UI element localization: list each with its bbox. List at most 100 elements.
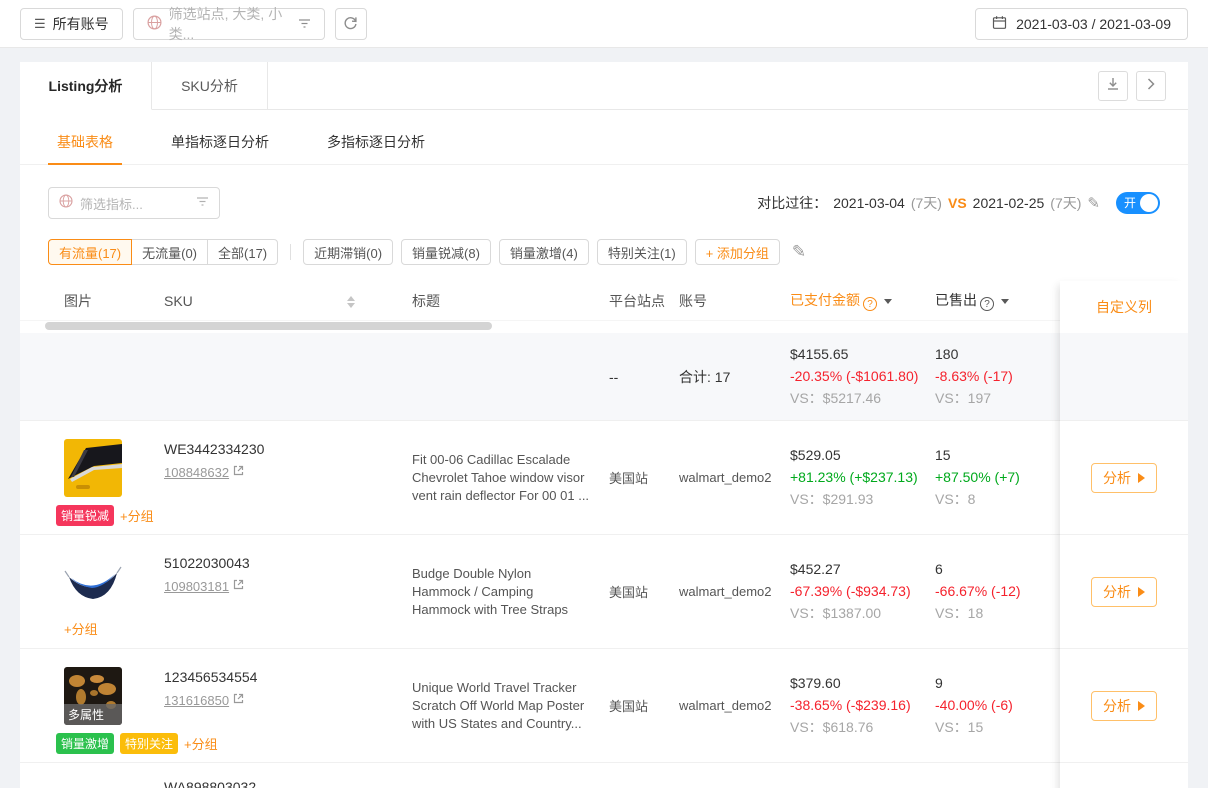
sort-icon[interactable]	[347, 296, 355, 308]
chip-has-traffic[interactable]: 有流量(17)	[48, 239, 132, 265]
scrollbar-thumb[interactable]	[45, 322, 492, 330]
account-cell: walmart_demo2	[663, 421, 774, 534]
site-filter-input[interactable]: 筛选站点, 大类, 小类...	[133, 8, 325, 40]
tab-sku-analysis[interactable]: SKU分析	[152, 62, 268, 110]
summary-total: 合计: 17	[663, 333, 774, 420]
tab-strip: Listing分析 SKU分析	[20, 62, 1188, 110]
edit-compare-icon[interactable]: ✎	[1087, 194, 1100, 212]
action-cell: 分析	[1060, 649, 1188, 763]
header-custom-columns[interactable]: 自定义列	[1060, 281, 1188, 333]
main-card: Listing分析 SKU分析 基础表格 单指标逐日分析	[20, 62, 1188, 788]
sku-cell: 123456534554 131616850	[148, 649, 396, 762]
title-cell: Budge Double Nylon Hammock / Camping Ham…	[396, 535, 593, 648]
site-filter-placeholder: 筛选站点, 大类, 小类...	[169, 4, 291, 44]
all-accounts-label: 所有账号	[53, 14, 109, 34]
play-icon	[1138, 587, 1145, 597]
tab-listing-analysis[interactable]: Listing分析	[20, 62, 152, 110]
table-main: 图片 SKU 标题 平台站点 账号 已支付金额? 已售出?	[20, 281, 1060, 788]
metric-filter-placeholder: 筛选指标...	[80, 194, 189, 213]
item-id-link[interactable]: 108848632	[164, 465, 229, 480]
sold-cell: 15 +87.50% (+7) VS：8	[919, 421, 1060, 534]
all-accounts-button[interactable]: ☰ 所有账号	[20, 8, 123, 40]
title-cell: Unique World Travel Tracker Scratch Off …	[396, 649, 593, 762]
compare-past-control: 对比过往： 2021-03-04 (7天) VS 2021-02-25 (7天)…	[757, 192, 1160, 214]
analyze-button[interactable]: 分析	[1091, 691, 1157, 721]
compare-toggle-label: 开	[1124, 196, 1136, 210]
metric-filter-input[interactable]: 筛选指标...	[48, 187, 220, 219]
subtab-basic-table[interactable]: 基础表格	[48, 124, 122, 164]
add-group-button[interactable]: + 添加分组	[695, 239, 780, 265]
filter-row: 筛选指标... 对比过往： 2021-03-04 (7天) VS 2021-02…	[48, 187, 1160, 219]
filter-icon	[196, 194, 209, 212]
subtab-single-metric-daily[interactable]: 单指标逐日分析	[162, 124, 278, 164]
table-header-row: 图片 SKU 标题 平台站点 账号 已支付金额? 已售出?	[20, 281, 1060, 321]
external-link-icon[interactable]	[233, 463, 244, 481]
date-range-label: 2021-03-03 / 2021-03-09	[1016, 16, 1171, 32]
analyze-button[interactable]: 分析	[1091, 463, 1157, 493]
chip-all[interactable]: 全部(17)	[207, 239, 278, 265]
top-bar: ☰ 所有账号 筛选站点, 大类, 小类... 2021-03-03 / 2021…	[0, 0, 1208, 48]
refresh-button[interactable]	[335, 8, 367, 40]
product-image-map[interactable]: 多属性	[64, 667, 122, 725]
action-cell: 分析	[1060, 535, 1188, 649]
sku-value: 123456534554	[164, 669, 396, 685]
title-cell: Fit 00-06 Cadillac Escalade Chevrolet Ta…	[396, 421, 593, 534]
header-image: 图片	[48, 291, 148, 311]
globe-icon	[147, 15, 162, 33]
download-icon	[1106, 77, 1120, 94]
download-button[interactable]	[1098, 71, 1128, 101]
account-cell: walmart_demo2	[663, 535, 774, 648]
globe-icon	[59, 194, 73, 213]
summary-row: -- 合计: 17 $4155.65 -20.35% (-$1061.80) V…	[20, 333, 1060, 421]
date-range-button[interactable]: 2021-03-03 / 2021-03-09	[975, 8, 1188, 40]
chip-special-watch[interactable]: 特别关注(1)	[597, 239, 687, 265]
external-link-icon[interactable]	[233, 577, 244, 595]
collapse-panel-button[interactable]	[1136, 71, 1166, 101]
question-icon[interactable]: ?	[980, 297, 994, 311]
summary-sold: 180 -8.63% (-17) VS：197	[919, 333, 1060, 420]
header-title: 标题	[396, 291, 593, 311]
caret-down-icon	[884, 299, 892, 304]
subtab-multi-metric-daily[interactable]: 多指标逐日分析	[318, 124, 434, 164]
paid-cell: $379.60 -38.65% (-$239.16) VS：$618.76	[774, 649, 919, 762]
header-paid-amount[interactable]: 已支付金额?	[774, 290, 919, 312]
summary-fixed-cell	[1060, 333, 1188, 421]
listing-table: 图片 SKU 标题 平台站点 账号 已支付金额? 已售出?	[20, 281, 1188, 788]
item-id-link[interactable]: 131616850	[164, 693, 229, 708]
chip-no-traffic[interactable]: 无流量(0)	[131, 239, 208, 265]
sku-value: WE3442334230	[164, 441, 396, 457]
product-image-car[interactable]	[64, 439, 122, 497]
analyze-button[interactable]: 分析	[1091, 577, 1157, 607]
tag-sales-surge: 销量激增	[56, 733, 114, 754]
chip-sales-drop[interactable]: 销量锐减(8)	[401, 239, 491, 265]
header-sold[interactable]: 已售出?	[919, 290, 1060, 312]
compare-toggle[interactable]: 开	[1116, 192, 1160, 214]
paid-cell: $529.05 +81.23% (+$237.13) VS：$291.93	[774, 421, 919, 534]
external-link-icon[interactable]	[233, 691, 244, 709]
filter-icon	[298, 16, 311, 32]
platform-cell: 美国站	[593, 421, 663, 534]
sku-value: 51022030043	[164, 555, 396, 571]
add-to-group-link[interactable]: +分组	[64, 619, 98, 638]
table-row: +分组 51022030043 109803181 Budge Double N…	[20, 535, 1060, 649]
refresh-icon	[343, 15, 358, 33]
edit-groups-icon[interactable]: ✎	[792, 242, 806, 262]
toggle-knob	[1140, 194, 1158, 212]
item-id-link[interactable]: 109803181	[164, 579, 229, 594]
product-image-hammock[interactable]	[64, 553, 122, 611]
header-platform: 平台站点	[593, 291, 663, 311]
table-fixed-column: 自定义列 分析 分析 分析	[1060, 281, 1188, 788]
sku-cell: 51022030043 109803181	[148, 535, 396, 648]
multi-attribute-overlay: 多属性	[64, 704, 122, 725]
traffic-segment: 有流量(17) 无流量(0) 全部(17)	[48, 239, 278, 265]
product-cell: +分组	[48, 535, 148, 648]
compare-current-days: (7天)	[911, 193, 942, 213]
header-sku[interactable]: SKU	[148, 293, 396, 309]
tag-sales-drop: 销量锐减	[56, 505, 114, 526]
header-account: 账号	[663, 291, 774, 311]
sku-cell: WA898803032	[148, 763, 396, 788]
chip-sales-surge[interactable]: 销量激增(4)	[499, 239, 589, 265]
question-icon[interactable]: ?	[863, 297, 877, 311]
compare-current-date: 2021-03-04	[833, 195, 905, 211]
chip-recent-stagnant[interactable]: 近期滞销(0)	[303, 239, 393, 265]
